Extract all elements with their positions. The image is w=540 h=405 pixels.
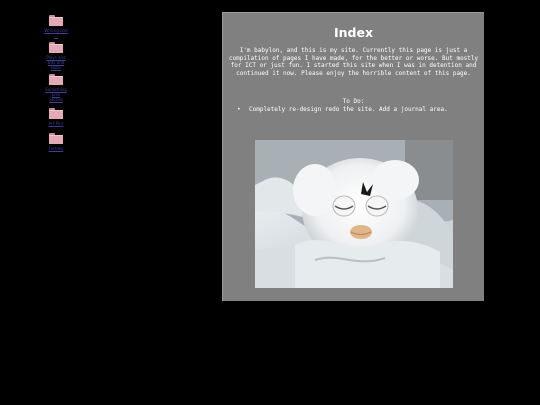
- sidebar-item-plays[interactable]: Plays and Bits and Bobs: [36, 42, 76, 70]
- sidebar-item-writing[interactable]: Writing and ...: [36, 15, 76, 38]
- folder-icon: [49, 42, 63, 53]
- sidebar-item-furbies[interactable]: Furbies: [36, 133, 76, 151]
- page-title: Index: [333, 25, 374, 40]
- sidebar-item-label: Writing and ...: [44, 28, 68, 38]
- todo-list: • Completely re-design redo the site. Add…: [223, 106, 484, 114]
- todo-item: • Completely re-design redo the site. Add…: [237, 105, 448, 113]
- sidebar-item-label: Art Pics: [48, 121, 64, 126]
- furby-photo: [255, 140, 453, 288]
- todo-heading: To Do:: [342, 97, 365, 105]
- sidebar-item-label: Plays and Bits and Bobs: [46, 55, 66, 70]
- sidebar-nav: Writing and ... Plays and Bits and Bobs …: [36, 12, 76, 151]
- folder-icon: [49, 15, 63, 26]
- sidebar-item-label: Furbies: [48, 146, 64, 151]
- folder-icon: [49, 133, 63, 144]
- folder-icon: [49, 74, 63, 85]
- content-panel: Index I'm babylon, and this is my site. …: [222, 12, 484, 301]
- intro-text: I'm babylon, and this is my site. Curren…: [228, 47, 479, 78]
- sidebar-item-stories[interactable]: Something Else Stories: [36, 74, 76, 102]
- sidebar-item-label: Something Else Stories: [45, 87, 67, 102]
- folder-icon: [49, 108, 63, 119]
- bullet-icon: •: [237, 105, 241, 113]
- sidebar-item-art-pics[interactable]: Art Pics: [36, 108, 76, 126]
